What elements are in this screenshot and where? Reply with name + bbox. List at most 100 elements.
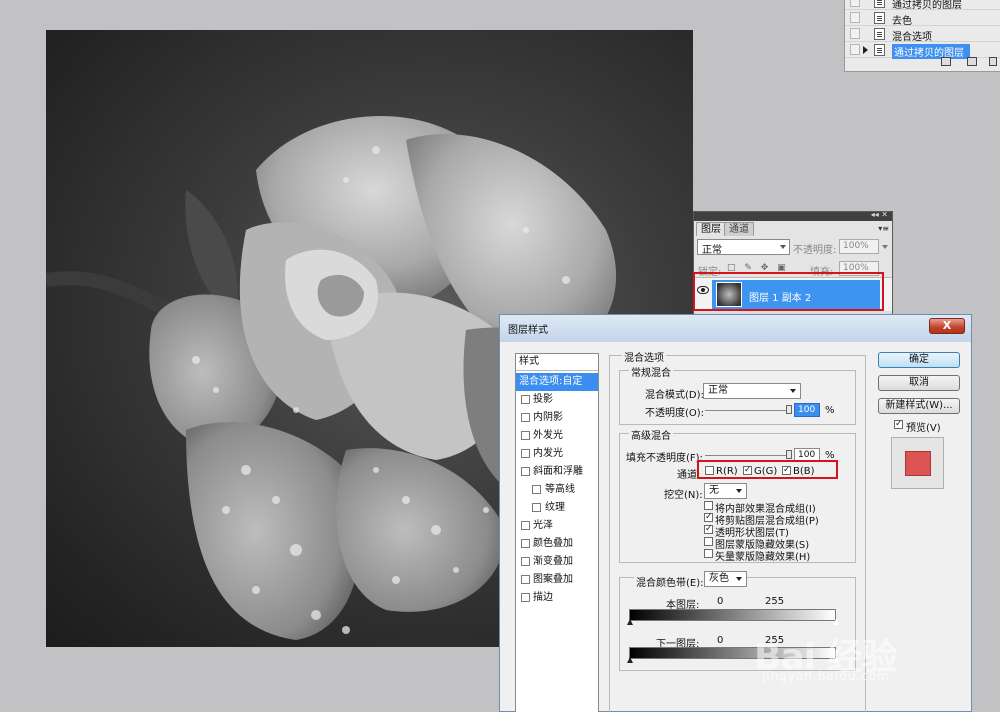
blend-mode-label: 混合模式(D): (645, 390, 704, 401)
history-snapshot-checkbox[interactable] (850, 28, 860, 39)
style-item-label: 纹理 (545, 502, 565, 513)
style-item-label: 颜色叠加 (533, 538, 573, 549)
style-checkbox[interactable] (521, 395, 530, 404)
style-item-outer-glow[interactable]: 外发光 (516, 427, 598, 445)
blend-if-value: 灰色 (709, 573, 729, 584)
layer-opacity-field[interactable]: 100% (839, 239, 879, 254)
vector-mask-hides-effects-checkbox[interactable] (704, 549, 713, 558)
knockout-value: 无 (709, 485, 719, 496)
fill-opacity-slider-thumb[interactable] (786, 450, 792, 459)
blend-clipped-layers-checkbox[interactable]: ✓ (704, 513, 713, 522)
style-item-label: 描边 (533, 592, 553, 603)
style-item-stroke[interactable]: 描边 (516, 589, 598, 607)
style-checkbox[interactable] (521, 557, 530, 566)
blend-if-select[interactable]: 灰色 (704, 571, 747, 587)
style-item-label: 斜面和浮雕 (533, 466, 583, 477)
chevron-down-icon[interactable] (882, 245, 888, 249)
history-item[interactable]: 混合选项 (845, 26, 1000, 43)
preview-label: 预览(V) (906, 423, 941, 434)
dialog-titlebar[interactable]: 图层样式 X (500, 315, 971, 342)
history-panel: 通过拷贝的图层 去色 混合选项 通过拷贝的图层 (844, 0, 1000, 72)
close-button[interactable]: X (929, 318, 965, 334)
blend-mode-value: 正常 (708, 385, 728, 396)
tab-channels[interactable]: 通道 (724, 222, 754, 236)
panel-menu-icon[interactable]: ▾≡ (878, 224, 889, 233)
dialog-title: 图层样式 (508, 325, 548, 336)
style-item-satin[interactable]: 光泽 (516, 517, 598, 535)
style-checkbox[interactable] (532, 503, 541, 512)
layer-mask-hides-effects-checkbox[interactable] (704, 537, 713, 546)
preview-swatch (905, 451, 931, 476)
chevron-down-icon (736, 489, 742, 493)
baidu-watermark: Bai 经验 jingyan.baidu.com (744, 602, 1000, 712)
style-checkbox[interactable] (521, 575, 530, 584)
below-layer-black-marker[interactable] (627, 657, 633, 663)
style-item-pattern-overlay[interactable]: 图案叠加 (516, 571, 598, 589)
history-item[interactable]: 去色 (845, 10, 1000, 27)
style-item-inner-shadow[interactable]: 内阴影 (516, 409, 598, 427)
transparency-shapes-checkbox[interactable]: ✓ (704, 525, 713, 534)
style-item-texture[interactable]: 纹理 (516, 499, 598, 517)
highlight-box-layer (693, 272, 884, 311)
percent-label: % (825, 405, 835, 416)
style-checkbox[interactable] (532, 485, 541, 494)
blend-mode-select[interactable]: 正常 (703, 383, 801, 399)
chevron-down-icon (736, 577, 742, 581)
new-style-button[interactable]: 新建样式(W)... (878, 398, 960, 414)
blend-mode-value: 正常 (702, 245, 722, 256)
style-item-label: 外发光 (533, 430, 563, 441)
history-snapshot-checkbox[interactable] (850, 0, 860, 7)
ok-button[interactable]: 确定 (878, 352, 960, 368)
style-checkbox[interactable] (521, 449, 530, 458)
history-item[interactable]: 通过拷贝的图层 (845, 0, 1000, 11)
style-checkbox[interactable] (521, 467, 530, 476)
style-checkbox[interactable] (521, 593, 530, 602)
tab-layers[interactable]: 图层 (696, 222, 726, 236)
style-item-inner-glow[interactable]: 内发光 (516, 445, 598, 463)
style-checkbox[interactable] (521, 413, 530, 422)
this-layer-min: 0 (717, 596, 724, 607)
layer-opacity-label: 不透明度: (793, 245, 837, 256)
opacity-slider[interactable] (705, 410, 789, 411)
chevron-down-icon (780, 245, 786, 249)
panel-titlebar[interactable]: ◂◂ ✕ (694, 210, 892, 221)
chevron-down-icon (790, 389, 796, 393)
style-item-contour[interactable]: 等高线 (516, 481, 598, 499)
style-checkbox[interactable] (521, 431, 530, 440)
style-item-label: 混合选项:自定 (519, 376, 583, 387)
style-item-color-overlay[interactable]: 颜色叠加 (516, 535, 598, 553)
new-document-from-state-icon[interactable] (941, 57, 951, 66)
styles-header[interactable]: 样式 (516, 354, 598, 371)
style-item-bevel-emboss[interactable]: 斜面和浮雕 (516, 463, 598, 481)
opacity-slider-thumb[interactable] (786, 405, 792, 414)
history-footer (845, 52, 1000, 72)
style-item-label: 投影 (533, 394, 553, 405)
blending-options-title: 混合选项 (622, 349, 666, 364)
this-layer-black-marker[interactable] (627, 619, 633, 625)
history-snapshot-checkbox[interactable] (850, 12, 860, 23)
style-item-gradient-overlay[interactable]: 渐变叠加 (516, 553, 598, 571)
blend-interior-effects-checkbox[interactable] (704, 501, 713, 510)
blend-if-label: 混合颜色带(E): (634, 574, 706, 589)
knockout-label: 挖空(N): (664, 490, 703, 501)
cancel-button[interactable]: 取消 (878, 375, 960, 391)
style-item-label: 光泽 (533, 520, 553, 531)
fill-opacity-slider[interactable] (705, 455, 789, 456)
layer-blend-mode-select[interactable]: 正常 (697, 239, 790, 256)
collapse-icon[interactable]: ◂◂ ✕ (871, 210, 888, 219)
knockout-select[interactable]: 无 (704, 483, 747, 499)
style-item-drop-shadow[interactable]: 投影 (516, 391, 598, 409)
opacity-label: 不透明度(O): (645, 408, 705, 419)
new-snapshot-icon[interactable] (967, 57, 977, 66)
preview-checkbox[interactable]: ✓ (894, 420, 903, 429)
style-item-label: 渐变叠加 (533, 556, 573, 567)
history-step-icon (874, 0, 885, 8)
style-item-label: 内发光 (533, 448, 563, 459)
style-checkbox[interactable] (521, 521, 530, 530)
opacity-input[interactable]: 100 (794, 403, 820, 417)
history-item-label: 混合选项 (892, 32, 932, 43)
style-checkbox[interactable] (521, 539, 530, 548)
trash-icon[interactable] (989, 57, 997, 66)
style-item-blending-options[interactable]: 混合选项:自定 (516, 373, 598, 391)
below-layer-min: 0 (717, 635, 724, 646)
